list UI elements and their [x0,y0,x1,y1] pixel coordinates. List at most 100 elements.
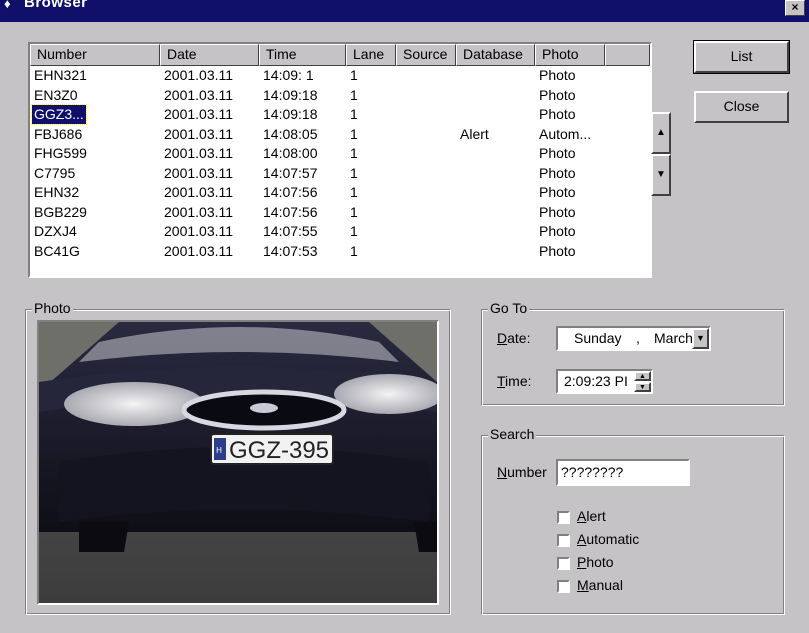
cell-lane: 1 [350,223,358,239]
cell-date: 2001.03.11 [164,184,234,200]
checkbox-box[interactable] [557,557,570,570]
table-row[interactable]: EHN32 2001.03.11 14:07:56 1 Photo [30,183,650,203]
time-spinner[interactable]: ▲ ▼ [634,371,651,392]
table-row[interactable]: EN3Z0 2001.03.11 14:09:18 1 Photo [30,86,650,106]
cell-photo: Photo [539,184,576,200]
table-row[interactable]: DZXJ4 2001.03.11 14:07:55 1 Photo [30,222,650,242]
cell-time: 14:09:18 [263,106,318,122]
cell-number: EHN32 [34,184,80,200]
date-month: March [654,330,693,346]
cell-time: 14:07:53 [263,242,318,259]
checkbox-box[interactable] [557,580,570,593]
cell-date: 2001.03.11 [164,203,234,220]
cell-time: 14:07:56 [263,203,318,220]
table-row[interactable]: C7795 2001.03.11 14:07:57 1 Photo [30,164,650,184]
table-row[interactable]: EHN321 2001.03.11 14:09: 1 1 Photo [30,66,650,86]
cell-number: EN3Z0 [34,86,78,103]
number-search-value: ???????? [561,464,624,480]
spin-up-icon[interactable]: ▲ [634,371,651,381]
spin-down-icon[interactable]: ▼ [634,382,651,392]
chevron-down-icon: ▼ [696,333,705,343]
column-header-source[interactable]: Source [396,44,456,66]
close-button[interactable]: Close [694,91,789,123]
date-dropdown-button[interactable]: ▼ [692,328,709,349]
cell-time: 14:09: 1 [263,67,314,83]
cell-date: 2001.03.11 [164,164,234,181]
arrow-down-icon: ▼ [656,169,666,180]
cell-lane: 1 [350,242,358,259]
app-icon: ♦ [4,0,11,11]
table-row[interactable]: FBJ686 2001.03.11 14:08:05 1 Alert Autom... [30,125,650,145]
cell-time: 14:07:55 [263,223,318,239]
cell-photo: Autom... [539,125,592,142]
cell-number: DZXJ4 [34,223,77,239]
cell-number: C7795 [34,164,76,181]
cell-date: 2001.03.11 [164,106,234,122]
column-header-time[interactable]: Time [259,44,346,66]
arrow-up-icon: ▲ [656,127,666,138]
column-header-filler [605,44,650,66]
cell-lane: 1 [350,106,358,122]
cell-number: BC41G [34,242,80,259]
table-row[interactable]: BC41G 2001.03.11 14:07:53 1 Photo [30,242,650,262]
cell-photo: Photo [539,164,576,181]
cell-number: FHG599 [34,145,87,161]
window-close-button[interactable]: × [785,0,805,16]
cell-lane: 1 [350,164,358,181]
cell-lane: 1 [350,203,358,220]
date-day: Sunday [574,330,622,346]
car-photo-image: H GGZ-395 [39,322,437,603]
checkbox-box[interactable] [557,534,570,547]
time-picker[interactable]: 2:09:23 PI ▲ ▼ [556,369,653,394]
column-header-lane[interactable]: Lane [346,44,396,66]
plate-country-code: H [216,446,222,455]
table-row[interactable]: BGB229 2001.03.11 14:07:56 1 Photo [30,203,650,223]
table-row[interactable]: GGZ3... 2001.03.11 14:09:18 1 Photo [30,104,650,125]
cell-date: 2001.03.11 [164,145,234,161]
time-value: 2:09:23 PI [564,373,628,389]
checkbox-box[interactable] [557,511,570,524]
cell-lane: 1 [350,145,358,161]
cell-photo: Photo [539,67,576,83]
cell-database: Alert [460,125,489,142]
vehicle-photo: H GGZ-395 [37,320,439,605]
cell-photo: Photo [539,86,576,103]
cell-number: EHN321 [34,67,87,83]
list-button[interactable]: List [693,40,790,74]
number-search-input[interactable]: ???????? [556,459,690,486]
cell-time: 14:07:57 [263,164,318,181]
date-label: Date: [497,330,531,346]
column-header-date[interactable]: Date [160,44,259,66]
search-group-label: Search [488,426,537,442]
cell-time: 14:08:05 [263,125,318,142]
cell-lane: 1 [350,67,358,83]
date-separator: , [636,330,640,346]
scroll-down-button[interactable]: ▼ [651,154,671,196]
cell-lane: 1 [350,86,358,103]
listview-header: Number Date Time Lane Source Database Photo [30,44,650,66]
table-row[interactable]: FHG599 2001.03.11 14:08:00 1 Photo [30,144,650,164]
results-listview[interactable]: Number Date Time Lane Source Database Photo EH… [28,42,652,278]
checkbox-label: Manual [577,577,623,593]
scroll-up-button[interactable]: ▲ [651,112,671,154]
plate-number-text: GGZ-395 [229,437,329,464]
cell-photo: Photo [539,242,576,259]
listview-body: EHN321 2001.03.11 14:09: 1 1 Photo EN3Z0 2001.… [30,66,650,261]
goto-group-label: Go To [488,300,530,316]
column-header-photo[interactable]: Photo [535,44,605,66]
column-header-number[interactable]: Number [30,44,160,66]
cell-time: 14:09:18 [263,86,318,103]
cell-number: GGZ3... [31,104,87,125]
date-picker[interactable]: Sunday , March ▼ [556,326,711,351]
checkbox-label: Automatic [577,531,640,547]
cell-lane: 1 [350,184,358,200]
cell-photo: Photo [539,223,576,239]
cell-photo: Photo [539,145,576,161]
photo-group-label: Photo [32,300,73,316]
number-label: Number [497,464,547,480]
checkbox-label: Photo [577,554,614,570]
cell-time: 14:08:00 [263,145,318,161]
cell-number: BGB229 [34,203,87,220]
column-header-database[interactable]: Database [456,44,535,66]
cell-number: FBJ686 [34,125,83,142]
